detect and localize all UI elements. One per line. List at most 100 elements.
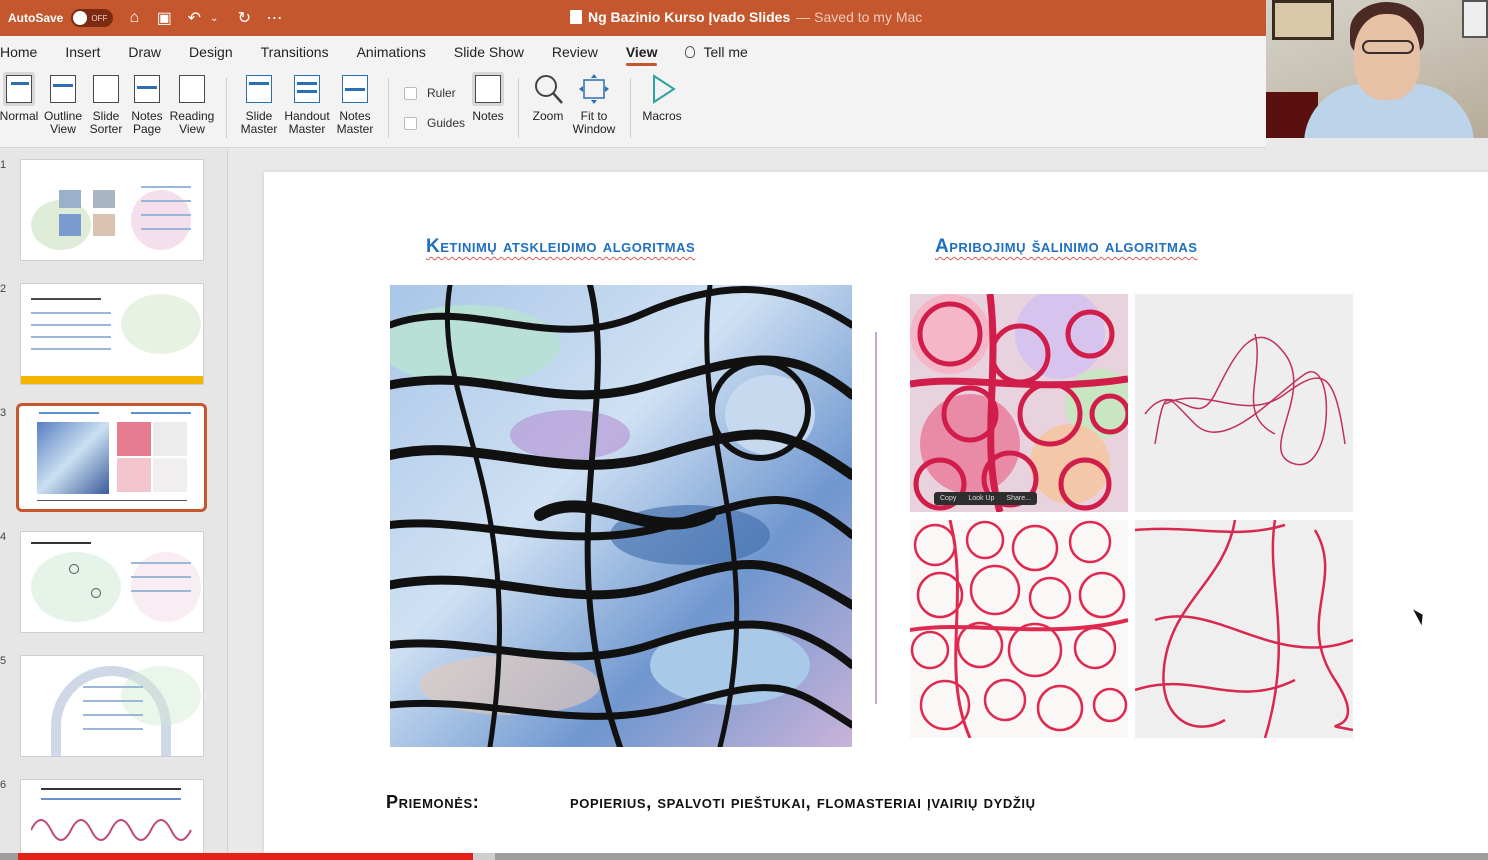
notes-button[interactable]: Notes xyxy=(468,72,508,123)
notes-master-icon xyxy=(339,72,371,106)
slide-sorter-button[interactable]: Slide Sorter xyxy=(86,72,126,136)
notes-page-icon xyxy=(131,72,163,106)
wall-picture xyxy=(1272,0,1334,40)
tab-home[interactable]: Home xyxy=(0,36,51,68)
slide-number: 3 xyxy=(0,407,7,419)
materials-text[interactable]: popierius, spalvoti pieštukai, flomaster… xyxy=(570,792,1036,812)
macros-label: Macros xyxy=(642,109,682,123)
zoom-button[interactable]: Zoom xyxy=(528,72,568,123)
normal-view-icon xyxy=(3,72,35,106)
outline-view-label: Outline View xyxy=(43,109,83,136)
undo-icon[interactable]: ↶ xyxy=(185,8,203,28)
materials-line: Priemonės: popierius, spalvoti pieštukai,… xyxy=(386,792,1036,813)
tab-insert[interactable]: Insert xyxy=(51,36,114,68)
video-progress-fill xyxy=(18,853,473,860)
reading-view-icon xyxy=(176,72,208,106)
document-name: Ng Bazinio Kurso Įvado Slides xyxy=(588,9,791,25)
slide-thumbnail-4[interactable] xyxy=(20,531,204,633)
tab-design[interactable]: Design xyxy=(175,36,247,68)
autosave-toggle[interactable]: OFF xyxy=(71,9,114,27)
tab-review[interactable]: Review xyxy=(538,36,612,68)
wall-picture xyxy=(1462,0,1488,38)
outline-view-icon xyxy=(47,72,79,106)
left-heading[interactable]: Ketinimų atskleidimo algoritmas xyxy=(426,236,695,258)
notes-master-label: Notes Master xyxy=(336,109,374,136)
look-up-menu-item[interactable]: Look Up xyxy=(968,495,994,502)
slide-number: 6 xyxy=(0,779,7,791)
reading-view-label: Reading View xyxy=(169,109,215,136)
handout-master-label: Handout Master xyxy=(284,109,330,136)
red-cells-outline-image[interactable] xyxy=(910,520,1128,738)
image-context-menu[interactable]: Copy Look Up Share... xyxy=(934,492,1037,505)
tab-draw[interactable]: Draw xyxy=(114,36,175,68)
slide-thumbnail-pane[interactable]: 1 2 3 4 5 6 xyxy=(0,149,228,860)
redo-icon[interactable]: ↻ xyxy=(235,8,253,28)
red-lines-image[interactable] xyxy=(1135,520,1353,738)
video-buffer xyxy=(473,853,495,860)
slide-master-button[interactable]: Slide Master xyxy=(236,72,282,136)
macros-button[interactable]: Macros xyxy=(640,72,684,123)
reading-view-button[interactable]: Reading View xyxy=(168,72,216,136)
notes-page-button[interactable]: Notes Page xyxy=(128,72,166,136)
home-icon[interactable]: ⌂ xyxy=(125,9,143,27)
tab-animations[interactable]: Animations xyxy=(343,36,440,68)
ribbon-divider xyxy=(388,78,389,138)
document-title[interactable]: Ng Bazinio Kurso Įvado Slides — Saved to… xyxy=(570,9,922,25)
tell-me-search[interactable]: Tell me xyxy=(671,36,761,68)
slide-sorter-icon xyxy=(90,72,122,106)
slide-thumbnail-3[interactable] xyxy=(16,403,207,512)
document-icon xyxy=(570,10,582,24)
slide-master-label: Slide Master xyxy=(240,109,278,136)
autosave-label: AutoSave xyxy=(8,11,64,25)
handout-master-button[interactable]: Handout Master xyxy=(284,72,330,136)
guides-checkbox-box[interactable] xyxy=(404,116,417,130)
chevron-down-icon[interactable]: ⌄ xyxy=(205,13,223,24)
presenter-glasses xyxy=(1362,40,1414,54)
webcam-overlay xyxy=(1266,0,1488,138)
current-slide[interactable]: Ketinimų atskleidimo algoritmas Apriboji… xyxy=(264,172,1488,860)
outline-view-button[interactable]: Outline View xyxy=(42,72,84,136)
notes-icon xyxy=(472,72,504,106)
title-bar: AutoSave OFF ⌂ ▣ ↶ ⌄ ↻ ⋯ Ng Bazinio Kurs… xyxy=(0,0,1266,36)
guides-checkbox[interactable]: Guides xyxy=(404,116,465,130)
notes-label: Notes xyxy=(472,109,504,123)
slide-number: 1 xyxy=(0,159,7,171)
tab-slide-show[interactable]: Slide Show xyxy=(440,36,538,68)
guides-label: Guides xyxy=(427,116,466,130)
more-icon[interactable]: ⋯ xyxy=(265,8,283,28)
slide-thumbnail-2[interactable] xyxy=(20,283,204,385)
notes-master-button[interactable]: Notes Master xyxy=(332,72,378,136)
tab-view[interactable]: View xyxy=(612,36,672,68)
ruler-label: Ruler xyxy=(427,86,456,100)
slide-thumbnail-6[interactable] xyxy=(20,779,204,860)
right-heading[interactable]: Apribojimų šalinimo algoritmas xyxy=(935,236,1197,258)
slide-thumbnail-1[interactable] xyxy=(20,159,204,261)
share-menu-item[interactable]: Share... xyxy=(1006,495,1031,502)
tab-transitions[interactable]: Transitions xyxy=(247,36,343,68)
normal-view-button[interactable]: Normal xyxy=(0,72,38,123)
slide-number: 2 xyxy=(0,283,7,295)
materials-label[interactable]: Priemonės: xyxy=(386,792,570,813)
notes-page-label: Notes Page xyxy=(131,109,163,136)
red-cells-colored-image[interactable]: Copy Look Up Share... xyxy=(910,294,1128,512)
tell-me-label: Tell me xyxy=(703,44,748,60)
play-icon xyxy=(646,72,678,106)
fit-to-window-button[interactable]: Fit to Window xyxy=(570,72,618,136)
zoom-icon xyxy=(532,72,564,106)
ruler-checkbox-box[interactable] xyxy=(404,86,417,100)
vertical-divider xyxy=(875,332,877,704)
save-icon[interactable]: ▣ xyxy=(155,8,173,28)
ribbon-divider xyxy=(630,78,631,138)
copy-menu-item[interactable]: Copy xyxy=(940,495,956,502)
slide-number: 5 xyxy=(0,655,7,667)
fit-to-window-icon xyxy=(578,72,610,106)
presenter-face xyxy=(1354,14,1420,100)
slide-master-icon xyxy=(243,72,275,106)
neurographic-drawing-image[interactable] xyxy=(390,285,852,747)
video-progress-bar[interactable] xyxy=(0,853,1488,860)
slide-thumbnail-5[interactable] xyxy=(20,655,204,757)
normal-label: Normal xyxy=(0,109,39,123)
ribbon-divider xyxy=(518,78,519,138)
red-scribble-image[interactable] xyxy=(1135,294,1353,512)
ruler-checkbox[interactable]: Ruler xyxy=(404,86,456,100)
